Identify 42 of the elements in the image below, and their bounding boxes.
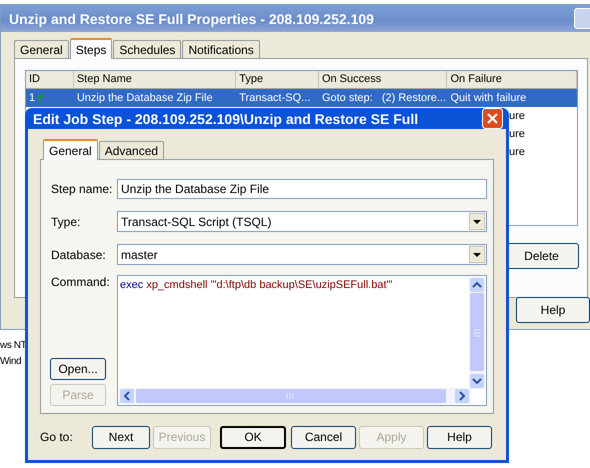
- column-header[interactable]: Type: [236, 71, 319, 88]
- tab[interactable]: General: [14, 40, 69, 58]
- input-field[interactable]: Unzip the Database Zip File: [117, 178, 487, 198]
- button[interactable]: Cancel: [291, 426, 356, 448]
- go-to-label: Go to:: [40, 430, 74, 444]
- tab[interactable]: Schedules: [113, 40, 182, 58]
- selected-row[interactable]: 1 Unzip the Database Zip File Transact-SQ... Goto step: (2) Restore... Quit with failure: [26, 89, 577, 107]
- dialog-title: Edit Job Step - 208.109.252.109\Unzip and Restore SE Full: [33, 110, 418, 126]
- table-cell: ure: [509, 128, 525, 140]
- table-cell: Goto step: (2) Restore...: [322, 92, 446, 104]
- desktop-label: Wind: [0, 355, 22, 369]
- dropdown-arrow-icon[interactable]: [469, 246, 485, 263]
- tab[interactable]: Steps: [70, 38, 112, 59]
- vertical-scrollbar[interactable]: [469, 277, 485, 389]
- field-label: Command:: [51, 275, 111, 289]
- horizontal-scrollbar[interactable]: [119, 388, 471, 404]
- dropdown[interactable]: master: [117, 244, 487, 265]
- field-label: Type:: [51, 214, 82, 228]
- code-line: exec xp_cmdshell '"d:\ftp\db backup\SE\uzipSEFull.bat"': [120, 279, 393, 291]
- flag-icon: [36, 93, 46, 103]
- dropdown[interactable]: Transact-SQL Script (TSQL): [117, 211, 487, 232]
- table-cell: Unzip the Database Zip File: [76, 92, 213, 104]
- command-editor[interactable]: exec xp_cmdshell '"d:\ftp\db backup\SE\uzipSEFull.bat"': [117, 275, 487, 406]
- table-cell: Quit with failure: [450, 92, 526, 104]
- column-header[interactable]: On Failure: [447, 71, 577, 88]
- button[interactable]: OK: [220, 426, 286, 448]
- column-header[interactable]: Step Name: [74, 71, 236, 88]
- table-cell: Transact-SQ...: [239, 92, 310, 104]
- help-button[interactable]: Help: [516, 297, 590, 323]
- tab[interactable]: Advanced: [98, 141, 164, 159]
- button[interactable]: Open...: [50, 358, 106, 380]
- button[interactable]: Help: [427, 426, 492, 448]
- dropdown-arrow-icon[interactable]: [469, 213, 485, 230]
- tab[interactable]: Notifications: [182, 40, 260, 58]
- field-label: Database:: [51, 248, 107, 262]
- column-header[interactable]: On Success: [318, 71, 448, 88]
- table-cell: 1: [29, 92, 36, 104]
- window-title: Unzip and Restore SE Full Properties - 208.109.252.109: [9, 10, 374, 26]
- column-header[interactable]: ID: [26, 71, 74, 88]
- button[interactable]: Next: [92, 426, 150, 448]
- field-label: Step name:: [51, 182, 114, 196]
- tab[interactable]: General: [43, 139, 98, 160]
